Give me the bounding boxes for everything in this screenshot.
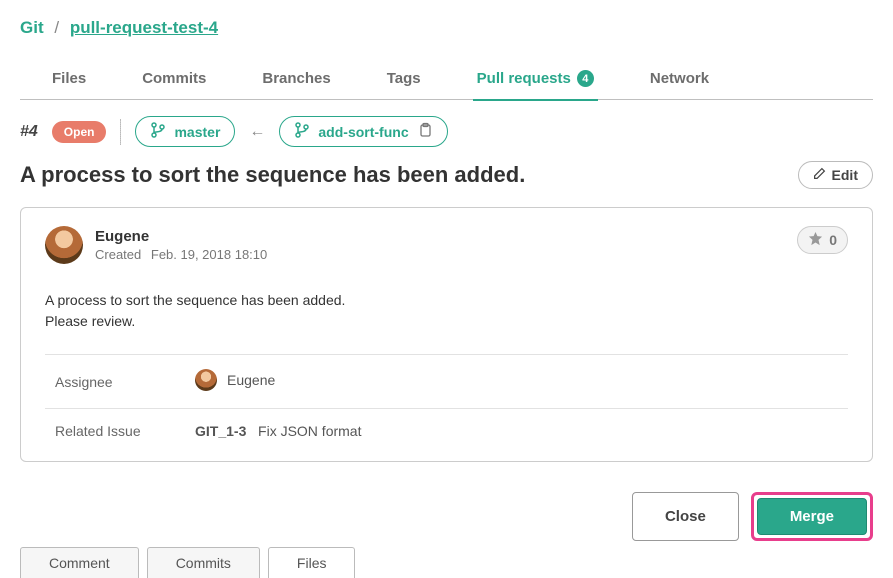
branch-icon bbox=[150, 122, 166, 141]
created-date: Feb. 19, 2018 18:10 bbox=[151, 247, 267, 262]
meta-table: Assignee Eugene Related Issue GIT_1-3 Fi… bbox=[45, 354, 848, 453]
related-label: Related Issue bbox=[45, 409, 185, 454]
created-at: Created Feb. 19, 2018 18:10 bbox=[95, 247, 267, 262]
pr-number: #4 bbox=[20, 123, 38, 141]
pr-description: A process to sort the sequence has been … bbox=[45, 290, 848, 332]
divider bbox=[120, 119, 121, 145]
tab-pull-requests-label: Pull requests bbox=[477, 70, 571, 87]
btab-files[interactable]: Files bbox=[268, 547, 356, 578]
pencil-icon bbox=[813, 167, 826, 183]
star-icon bbox=[808, 231, 823, 249]
bottom-tabs: Comment Commits Files bbox=[20, 547, 873, 578]
base-branch-name: master bbox=[174, 124, 220, 140]
desc-line-2: Please review. bbox=[45, 311, 848, 332]
tab-files[interactable]: Files bbox=[48, 60, 90, 99]
desc-line-1: A process to sort the sequence has been … bbox=[45, 290, 848, 311]
btab-comment[interactable]: Comment bbox=[20, 547, 139, 578]
star-count: 0 bbox=[829, 232, 837, 248]
related-issue-title: Fix JSON format bbox=[258, 423, 361, 439]
nav-tabs: Files Commits Branches Tags Pull request… bbox=[20, 60, 873, 100]
related-issue-row: Related Issue GIT_1-3 Fix JSON format bbox=[45, 409, 848, 454]
assignee-name: Eugene bbox=[227, 372, 275, 388]
breadcrumb-separator: / bbox=[54, 18, 59, 37]
branch-icon bbox=[294, 122, 310, 141]
pr-title: A process to sort the sequence has been … bbox=[20, 162, 525, 188]
assignee-label: Assignee bbox=[45, 355, 185, 409]
related-issue-link[interactable]: GIT_1-3 bbox=[195, 423, 246, 439]
tab-tags[interactable]: Tags bbox=[383, 60, 425, 99]
author-name: Eugene bbox=[95, 228, 267, 245]
breadcrumb: Git / pull-request-test-4 bbox=[20, 18, 873, 38]
action-row: Close Merge bbox=[20, 462, 873, 551]
pr-card: Eugene Created Feb. 19, 2018 18:10 0 A p… bbox=[20, 207, 873, 462]
author-row: Eugene Created Feb. 19, 2018 18:10 bbox=[45, 226, 267, 264]
breadcrumb-root[interactable]: Git bbox=[20, 18, 44, 37]
pull-requests-count: 4 bbox=[577, 70, 594, 87]
avatar bbox=[45, 226, 83, 264]
star-button[interactable]: 0 bbox=[797, 226, 848, 254]
assignee-row: Assignee Eugene bbox=[45, 355, 848, 409]
btab-commits[interactable]: Commits bbox=[147, 547, 260, 578]
base-branch-pill[interactable]: master bbox=[135, 116, 235, 147]
created-label: Created bbox=[95, 247, 141, 262]
edit-button[interactable]: Edit bbox=[798, 161, 873, 189]
assignee-avatar bbox=[195, 369, 217, 391]
tab-network[interactable]: Network bbox=[646, 60, 713, 99]
tab-commits[interactable]: Commits bbox=[138, 60, 210, 99]
merge-button[interactable]: Merge bbox=[757, 498, 867, 535]
pr-header: #4 Open master ← add-sort-func bbox=[20, 100, 873, 161]
merge-highlight: Merge bbox=[751, 492, 873, 541]
arrow-left-icon: ← bbox=[249, 123, 265, 141]
close-button[interactable]: Close bbox=[632, 492, 739, 541]
head-branch-pill[interactable]: add-sort-func bbox=[279, 116, 447, 147]
breadcrumb-repo[interactable]: pull-request-test-4 bbox=[70, 18, 218, 37]
title-row: A process to sort the sequence has been … bbox=[20, 161, 873, 189]
tab-branches[interactable]: Branches bbox=[258, 60, 334, 99]
edit-label: Edit bbox=[832, 167, 858, 183]
status-badge-open: Open bbox=[52, 121, 107, 143]
head-branch-name: add-sort-func bbox=[318, 124, 408, 140]
tab-pull-requests[interactable]: Pull requests 4 bbox=[473, 60, 598, 99]
clipboard-icon[interactable] bbox=[417, 122, 433, 141]
